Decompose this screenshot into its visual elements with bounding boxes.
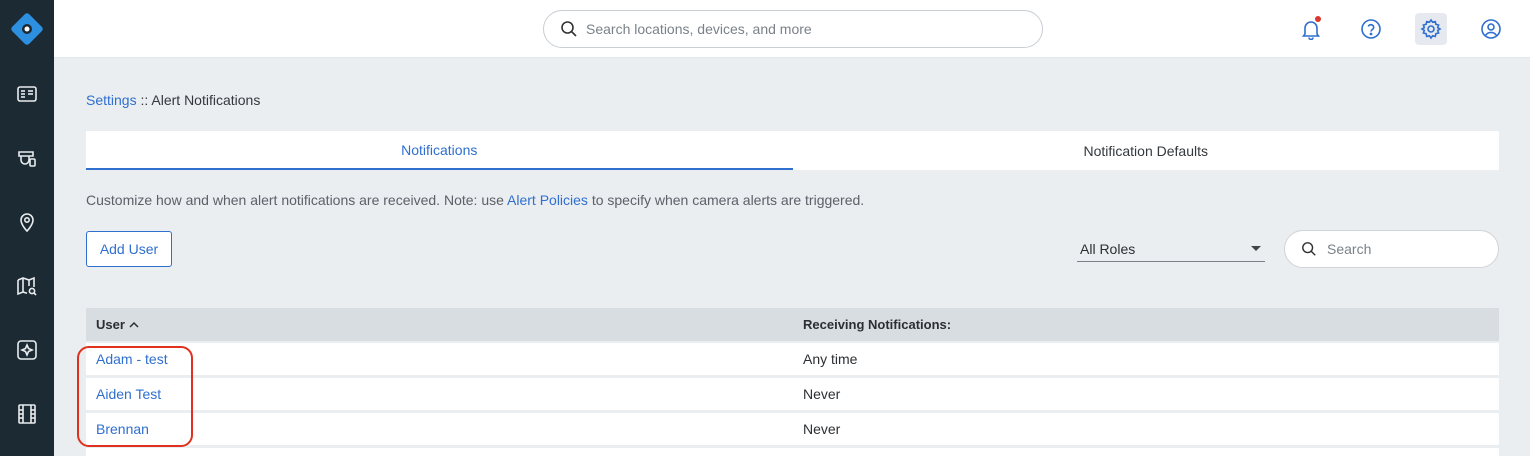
user-account-icon[interactable] (1475, 13, 1507, 45)
roles-selected-value: All Roles (1080, 240, 1136, 257)
column-header-user-label: User (96, 317, 125, 332)
table-row: Aiden Test Never (86, 378, 1499, 410)
devices-icon[interactable] (13, 144, 41, 172)
user-search[interactable] (1284, 230, 1499, 268)
description-text: Customize how and when alert notificatio… (86, 192, 508, 208)
user-link[interactable]: Brennan (96, 413, 149, 445)
top-bar (54, 0, 1530, 58)
help-icon[interactable] (1355, 13, 1387, 45)
settings-gear-icon[interactable] (1415, 13, 1447, 45)
breadcrumb-settings-link[interactable]: Settings (86, 92, 137, 108)
map-search-icon[interactable] (13, 272, 41, 300)
analytics-icon[interactable] (13, 336, 41, 364)
user-link[interactable]: Aiden Test (96, 378, 161, 410)
search-icon (1302, 242, 1316, 256)
search-icon (561, 21, 577, 37)
receiving-value: Never (803, 421, 841, 437)
video-film-icon[interactable] (13, 400, 41, 428)
tab-notification-defaults[interactable]: Notification Defaults (793, 131, 1500, 170)
column-header-user[interactable]: User (96, 308, 140, 341)
table-header: User Receiving Notifications: (86, 308, 1499, 341)
breadcrumb-current: Alert Notifications (151, 92, 261, 108)
sort-ascending-icon (129, 321, 139, 328)
user-link[interactable]: Adam - test (96, 343, 168, 375)
global-search[interactable] (543, 10, 1043, 48)
breadcrumb-separator: :: (136, 92, 152, 108)
column-header-receiving: Receiving Notifications: (803, 317, 952, 332)
table-row: Brennan Never (86, 413, 1499, 445)
receiving-value: Never (803, 386, 841, 402)
dropdown-caret-icon (1251, 246, 1261, 251)
notifications-bell-icon[interactable] (1295, 13, 1327, 45)
tab-notifications[interactable]: Notifications (86, 131, 793, 170)
tab-bar: Notifications Notification Defaults (86, 131, 1499, 170)
add-user-button[interactable]: Add User (86, 231, 172, 267)
roles-filter-select[interactable]: All Roles (1077, 236, 1265, 262)
dashboard-icon[interactable] (13, 80, 41, 108)
user-search-input[interactable] (1327, 241, 1487, 257)
table-row: Adam - test Any time (86, 343, 1499, 375)
location-pin-icon[interactable] (13, 208, 41, 236)
sidebar (0, 0, 54, 456)
global-search-input[interactable] (586, 21, 1006, 37)
notification-dot (1315, 16, 1321, 22)
table-row-partial (86, 448, 1499, 456)
logo-icon[interactable] (0, 0, 54, 58)
breadcrumb: Settings :: Alert Notifications (86, 92, 260, 108)
description-text-end: to specify when camera alerts are trigge… (587, 192, 865, 208)
page-description: Customize how and when alert notificatio… (86, 192, 864, 208)
receiving-value: Any time (803, 351, 858, 367)
alert-policies-link[interactable]: Alert Policies (507, 192, 588, 208)
